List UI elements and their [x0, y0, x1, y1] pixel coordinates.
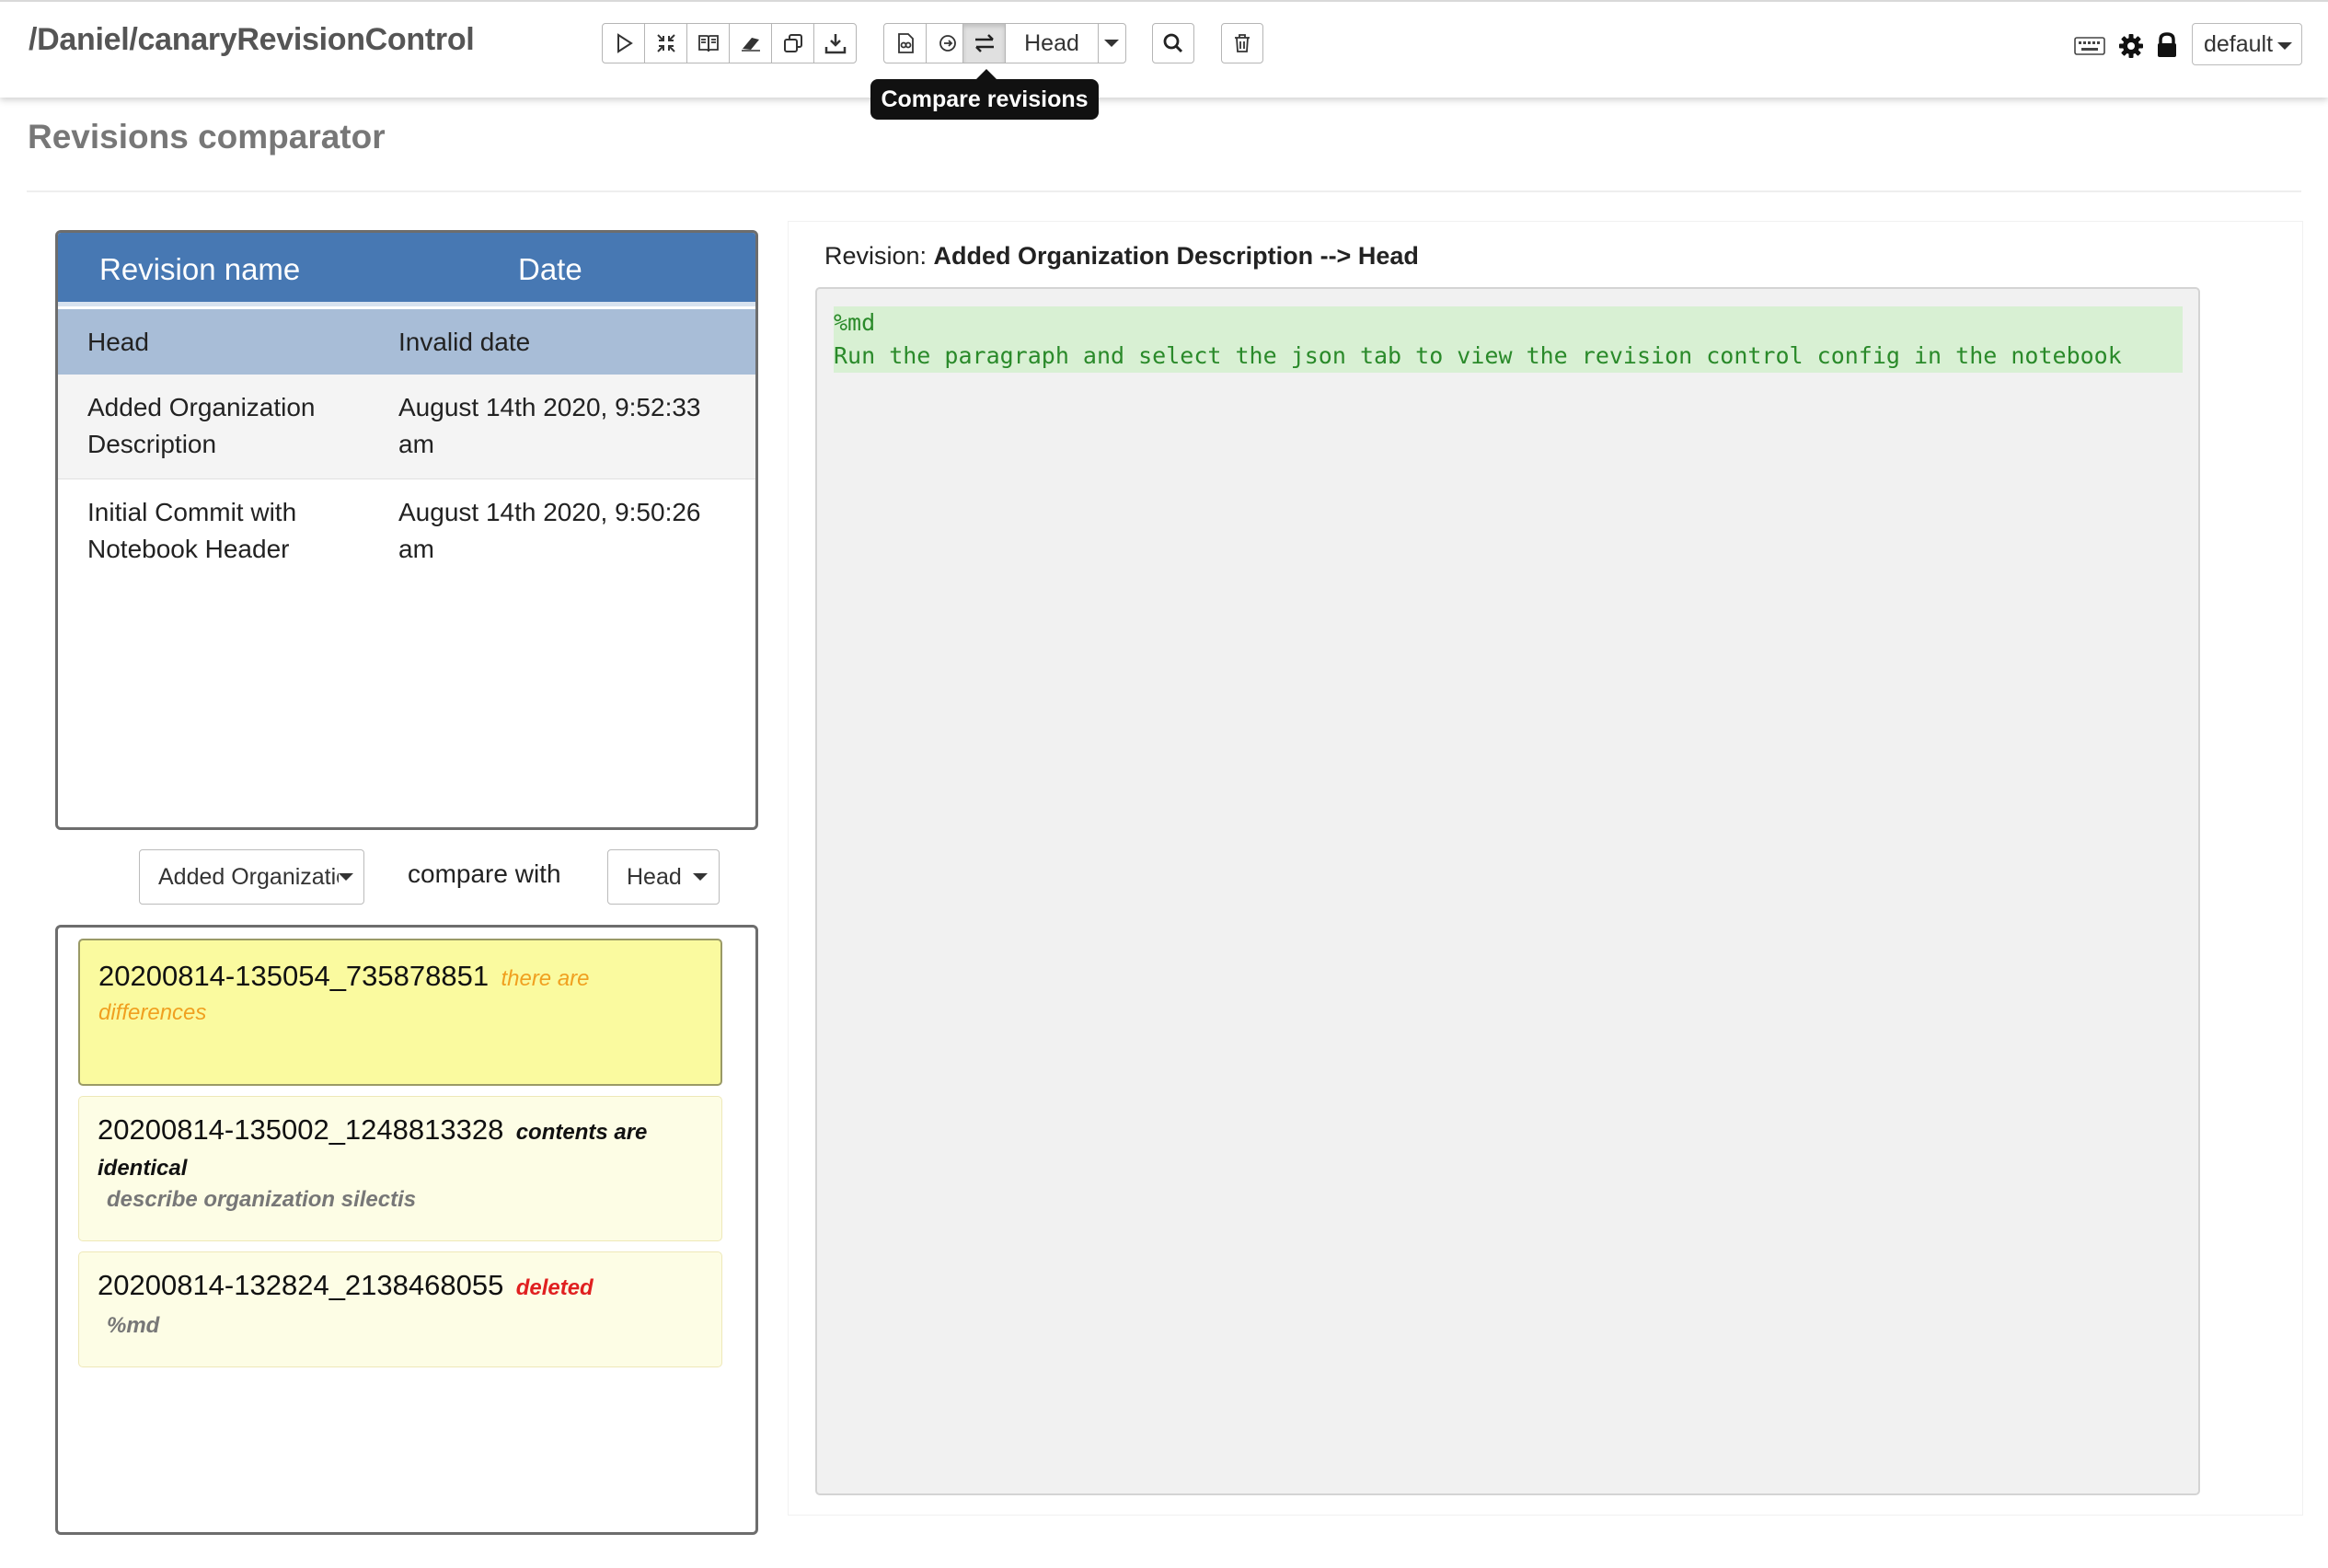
lock-icon [2158, 32, 2176, 57]
paragraph-item-identical[interactable]: 20200814-135002_1248813328 contents are … [78, 1096, 722, 1241]
paragraph-diff-list: 20200814-135054_735878851 there are diff… [55, 925, 758, 1535]
revision-title: Added Organization Description --> Head [933, 242, 1419, 270]
revisions-table-header: Revision name Date [58, 233, 755, 306]
diff-viewer [815, 287, 2200, 1495]
revision-name: Head [87, 328, 149, 356]
paragraph-summary: 20200814-135002_1248813328 contents are … [98, 1113, 705, 1188]
chevron-down-icon [693, 873, 708, 881]
compare-right-select[interactable]: Head [607, 849, 720, 905]
status-badge: differences [98, 1000, 207, 1025]
paragraph-id: 20200814-135002_1248813328 [98, 1113, 504, 1146]
collapse-all-button[interactable] [644, 23, 687, 63]
chevron-down-icon [1104, 40, 1119, 47]
revision-name: Added Organization Description [87, 393, 316, 458]
checkpoint-icon [939, 35, 956, 52]
paragraph-summary: 20200814-135054_735878851 there are diff… [98, 961, 706, 1032]
notebook-settings-button[interactable] [2117, 32, 2145, 60]
compare-revisions-tooltip: Compare revisions [870, 79, 1099, 120]
compare-revisions-button[interactable] [962, 23, 1006, 63]
status-badge: there are [501, 966, 590, 991]
compare-right-value: Head [627, 863, 682, 890]
revision-name: Initial Commit with Notebook Header [87, 498, 297, 563]
eraser-icon [741, 38, 760, 52]
keyboard-icon [2074, 37, 2105, 55]
revision-dropdown-toggle[interactable] [1098, 23, 1126, 63]
clone-button[interactable] [771, 23, 814, 63]
diff-line: %md [834, 309, 876, 336]
diff-revision-label: Revision: Added Organization Description… [824, 242, 1419, 271]
revision-select[interactable]: Head [1005, 23, 1099, 63]
revision-date: August 14th 2020, 9:52:33 am [398, 393, 701, 458]
revision-row-initial-commit[interactable]: Initial Commit with Notebook Header Augus… [58, 479, 755, 584]
run-all-button[interactable] [602, 23, 645, 63]
compare-with-label: compare with [408, 859, 561, 888]
export-button[interactable] [813, 23, 857, 63]
compare-left-value: Added Organizatio [158, 863, 339, 890]
paragraph-id: 20200814-135054_735878851 [98, 960, 490, 992]
tooltip-arrow [976, 69, 997, 79]
notebook-title[interactable]: /Daniel/canaryRevisionControl [29, 22, 475, 58]
compare-left-select[interactable]: Added Organizatio [139, 849, 364, 905]
keyboard-shortcuts-button[interactable] [2074, 35, 2105, 57]
revision-row-added-organization[interactable]: Added Organization Description August 14t… [58, 375, 755, 479]
column-header-revision-name: Revision name [99, 252, 301, 286]
paragraph-item-differences[interactable]: 20200814-135054_735878851 there are diff… [78, 939, 722, 1086]
diff-line: Run the paragraph and select the json ta… [834, 342, 2122, 369]
remove-notebook-button[interactable] [1221, 23, 1263, 63]
chevron-down-icon [339, 873, 353, 881]
page-title: Revisions comparator [28, 118, 386, 156]
version-control-icon [897, 33, 914, 53]
paragraph-summary: 20200814-132824_2138468055 deleted [98, 1269, 705, 1308]
book-icon [697, 35, 719, 52]
diff-added-block: %md Run the paragraph and select the json… [834, 306, 2183, 373]
revision-row-head[interactable]: Head Invalid date [58, 309, 755, 375]
revisions-table: Revision name Date Head Invalid date Add… [55, 230, 758, 830]
search-code-button[interactable] [1152, 23, 1194, 63]
clear-output-button[interactable] [729, 23, 772, 63]
collapse-icon [656, 34, 675, 52]
paragraph-item-deleted[interactable]: 20200814-132824_2138468055 deleted %md [78, 1251, 722, 1367]
trash-icon [1235, 34, 1250, 52]
download-icon [824, 34, 846, 54]
revision-date: Invalid date [398, 328, 531, 356]
status-badge: deleted [515, 1275, 594, 1300]
divider [27, 190, 2301, 192]
interpreter-select-value: default [2204, 30, 2274, 57]
paragraph-id: 20200814-132824_2138468055 [98, 1269, 504, 1301]
chevron-down-icon [2277, 42, 2292, 50]
revision-date: August 14th 2020, 9:50:26 am [398, 498, 701, 563]
column-header-date: Date [518, 252, 582, 286]
status-badge: contents are [515, 1120, 648, 1145]
revision-select-value: Head [1024, 29, 1079, 56]
interpreter-select[interactable]: default [2192, 23, 2302, 65]
clone-icon [783, 34, 802, 52]
toggle-output-button[interactable] [686, 23, 730, 63]
version-control-button[interactable] [883, 23, 927, 63]
revision-prefix: Revision: [824, 242, 934, 270]
paragraph-preview: %md [107, 1313, 160, 1338]
run-all-icon [617, 33, 633, 53]
search-icon [1163, 33, 1183, 53]
gear-icon [2119, 34, 2143, 58]
status-badge: identical [98, 1156, 188, 1181]
compare-revisions-icon [974, 34, 994, 52]
permissions-button[interactable] [2155, 31, 2179, 59]
paragraph-preview: describe organization silectis [107, 1187, 417, 1212]
